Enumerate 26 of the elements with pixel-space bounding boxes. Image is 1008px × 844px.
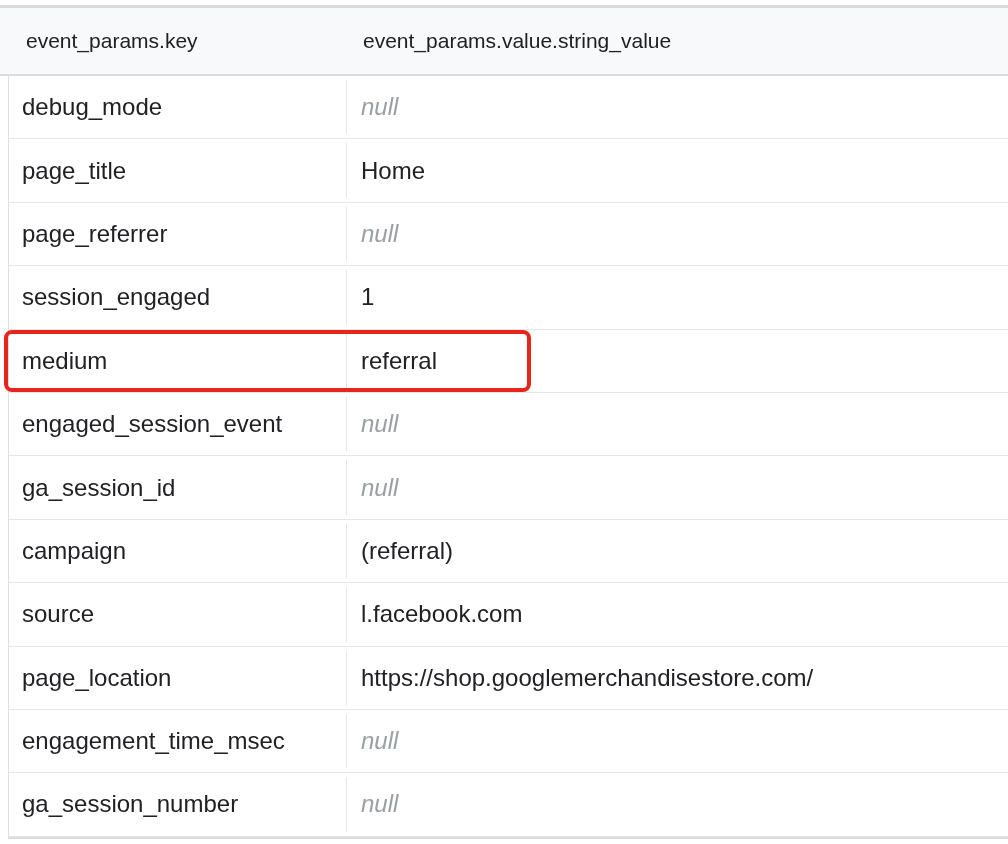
- table-cell-text: ga_session_id: [21, 472, 177, 503]
- table-cell-text: campaign: [21, 535, 128, 566]
- table-cell: null: [346, 396, 527, 452]
- table-cell-text: page_location: [21, 662, 173, 693]
- table-cell: l.facebook.com: [346, 587, 527, 642]
- table-cell: referral: [346, 333, 527, 388]
- table-cell-text: ga_session_number: [21, 789, 240, 820]
- table-cell: null: [346, 460, 527, 515]
- column-header: event_params.value.string_value: [362, 28, 673, 55]
- table-cell: Home: [346, 143, 527, 198]
- table-cell-text: page_referrer: [21, 218, 169, 249]
- table-cell: https://shop.googlemerchandisestore.com/: [346, 650, 814, 705]
- table-cell: null: [346, 777, 527, 832]
- table-cell-text: medium: [21, 345, 109, 376]
- column-header: event_params.key: [25, 28, 199, 55]
- table-cell-text: engagement_time_msec: [21, 726, 286, 757]
- table-cell-text: debug_mode: [21, 92, 164, 123]
- table-cell: (referral): [346, 523, 527, 579]
- table-cell-text: engaged_session_event: [21, 409, 284, 440]
- table-cell: null: [346, 80, 527, 135]
- table-cell-text: session_engaged: [21, 282, 212, 313]
- table-cell: null: [346, 713, 527, 769]
- table-cell-text: page_title: [21, 155, 128, 186]
- table-cell: 1: [346, 270, 527, 325]
- table-cell-text: source: [21, 599, 96, 630]
- table-cell: null: [346, 206, 527, 262]
